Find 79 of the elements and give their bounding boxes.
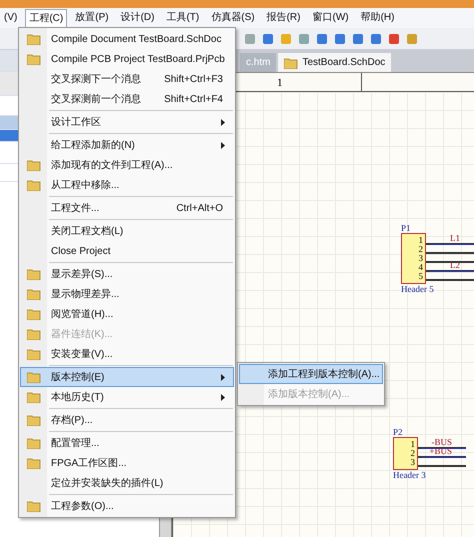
document-tab[interactable]: TestBoard.SchDoc xyxy=(278,53,392,72)
menu-item[interactable]: 本地历史(T) xyxy=(20,387,234,407)
net-label: L2 xyxy=(450,261,460,270)
toolbar-tool-icon[interactable] xyxy=(298,32,310,44)
menu-item[interactable]: 显示差异(S)... xyxy=(20,264,234,284)
toolbar-tool-icon[interactable] xyxy=(352,32,364,44)
part-designator: P1 xyxy=(401,223,412,233)
pin-number: 5 xyxy=(418,272,423,281)
menu-item[interactable]: 添加工程到版本控制(A)... xyxy=(239,364,383,384)
menu-item[interactable]: 设计工作区 xyxy=(20,112,234,132)
part-comment: Header 3 xyxy=(393,470,427,480)
pin-number: 2 xyxy=(410,449,415,458)
folder-icon xyxy=(284,56,298,68)
toolbar-tool-icon[interactable] xyxy=(334,32,346,44)
menu-item[interactable]: 配置管理... xyxy=(20,433,234,453)
toolbar-tool-icon[interactable] xyxy=(370,32,382,44)
folder-icon xyxy=(27,348,41,360)
folder-icon xyxy=(27,179,41,191)
part-comment: Header 5 xyxy=(401,284,435,294)
menu-item[interactable]: 存档(P)... xyxy=(20,410,234,430)
menu-bar-item[interactable]: 工具(T) xyxy=(162,8,204,28)
menu-bar-item[interactable]: (V) xyxy=(0,8,22,28)
folder-icon xyxy=(27,437,41,449)
toolbar-tool-icon[interactable] xyxy=(244,32,256,44)
submenu-arrow-icon xyxy=(221,394,225,401)
folder-icon xyxy=(27,268,41,280)
folder-icon xyxy=(27,414,41,426)
pin-number: 1 xyxy=(410,440,415,449)
pin-number: 3 xyxy=(418,254,423,263)
menu-item[interactable]: Compile PCB Project TestBoard.PrjPcb xyxy=(20,49,234,69)
folder-icon xyxy=(27,391,41,403)
toolbar-tool-icon[interactable] xyxy=(406,32,418,44)
menu-item[interactable]: 关闭工程文档(L) xyxy=(20,221,234,241)
folder-icon xyxy=(27,500,41,512)
folder-icon xyxy=(27,159,41,171)
menu-bar-item[interactable]: 设计(D) xyxy=(116,8,158,28)
pin-number: 3 xyxy=(410,458,415,467)
menu-item[interactable]: 显示物理差异... xyxy=(20,284,234,304)
folder-icon xyxy=(27,33,41,45)
folder-icon xyxy=(27,371,41,383)
submenu-arrow-icon xyxy=(221,374,225,381)
net-label: +BUS xyxy=(429,447,452,456)
pin-number: 1 xyxy=(418,236,423,245)
folder-icon xyxy=(27,53,41,65)
folder-icon xyxy=(27,288,41,300)
menu-item[interactable]: 工程文件... Ctrl+Alt+O xyxy=(20,198,234,218)
menu-item[interactable]: 工程参数(O)... xyxy=(20,496,234,516)
menu-item[interactable]: 给工程添加新的(N) xyxy=(20,135,234,155)
menu-item[interactable]: FPGA工作区图... xyxy=(20,453,234,473)
menu-bar-item[interactable]: 窗口(W) xyxy=(308,8,353,28)
menu-item[interactable]: 定位并安装缺失的插件(L) xyxy=(20,473,234,493)
menu-bar-item[interactable]: 工程(C) xyxy=(25,8,68,28)
menu-item[interactable]: Compile Document TestBoard.SchDoc xyxy=(20,29,234,49)
header-part-body[interactable]: 1 2 3 4 5 xyxy=(401,233,426,284)
menu-bar-item[interactable]: 报告(R) xyxy=(262,8,304,28)
menu-bar-item[interactable]: 帮助(H) xyxy=(356,8,398,28)
menu-item[interactable]: 版本控制(E) xyxy=(20,367,234,387)
toolbar-tool-icon[interactable] xyxy=(388,32,400,44)
toolbar-tool-icon[interactable] xyxy=(316,32,328,44)
toolbar-tool-icon[interactable] xyxy=(262,32,274,44)
folder-icon xyxy=(27,457,41,469)
folder-icon xyxy=(27,308,41,320)
menu-item[interactable]: 添加现有的文件到工程(A)... xyxy=(20,155,234,175)
submenu-arrow-icon xyxy=(221,142,225,149)
part-designator: P2 xyxy=(393,427,404,437)
header-part-body[interactable]: 1 2 3 xyxy=(393,437,418,470)
net-label: -BUS xyxy=(431,438,452,447)
net-label: L1 xyxy=(450,234,460,243)
menu-item[interactable]: 阅览管道(H)... xyxy=(20,304,234,324)
menu-item[interactable]: Close Project xyxy=(20,241,234,261)
menu-item[interactable]: 安装变量(V)... xyxy=(20,344,234,364)
menu-bar-item[interactable]: 仿真器(S) xyxy=(207,8,259,28)
pin-number: 2 xyxy=(418,245,423,254)
folder-icon xyxy=(27,328,41,340)
menu-item[interactable]: 交叉探测前一个消息 Shift+Ctrl+F4 xyxy=(20,89,234,109)
pin-number: 4 xyxy=(418,263,423,272)
submenu-arrow-icon xyxy=(221,119,225,126)
menu-item[interactable]: 从工程中移除... xyxy=(20,175,234,195)
menu-bar-item[interactable]: 放置(P) xyxy=(71,8,113,28)
